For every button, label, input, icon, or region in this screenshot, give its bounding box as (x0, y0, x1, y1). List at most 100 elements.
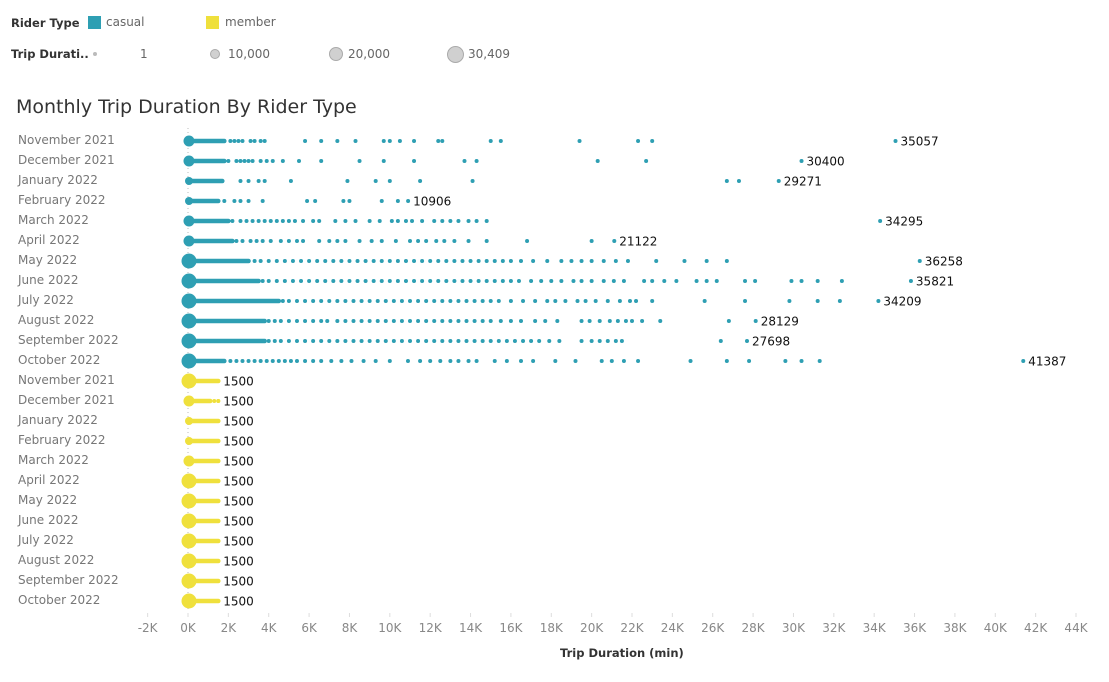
data-point-max (876, 299, 881, 303)
data-point (488, 339, 493, 343)
data-point (617, 299, 622, 303)
data-point (416, 339, 421, 343)
data-point (260, 279, 265, 283)
x-tick-label: 0K (180, 621, 196, 635)
data-point-origin (181, 513, 197, 529)
data-point (319, 319, 324, 323)
data-point (361, 359, 366, 363)
data-point (799, 279, 804, 283)
data-point (704, 259, 709, 263)
data-point (286, 219, 291, 223)
data-point (278, 239, 283, 243)
data-point (234, 359, 239, 363)
data-point (351, 299, 356, 303)
data-point-max (908, 279, 913, 283)
data-point-max (216, 539, 221, 543)
data-point (424, 339, 429, 343)
data-point (575, 299, 580, 303)
data-point (436, 139, 441, 143)
data-point (605, 339, 610, 343)
data-point-max (216, 499, 221, 503)
data-point (579, 319, 584, 323)
x-tick-label: 18K (539, 621, 563, 635)
max-value-label: 34209 (883, 295, 921, 309)
data-point (525, 239, 530, 243)
data-point (444, 259, 449, 263)
data-point (464, 339, 469, 343)
data-point (605, 299, 610, 303)
data-point (379, 259, 384, 263)
data-point (339, 259, 344, 263)
data-point (418, 179, 423, 183)
max-value-label: 1500 (223, 455, 254, 469)
data-point (286, 319, 291, 323)
max-value-label: 1500 (223, 395, 254, 409)
data-point (395, 279, 400, 283)
data-point (232, 139, 237, 143)
data-point (399, 299, 404, 303)
data-point-max (406, 199, 411, 203)
x-axis-title: Trip Duration (min) (560, 646, 684, 660)
data-point (636, 359, 641, 363)
data-point-origin (183, 155, 195, 167)
x-tick-label: 26K (701, 621, 725, 635)
data-point (484, 219, 489, 223)
data-point (718, 339, 723, 343)
data-point (391, 339, 396, 343)
data-point-max (753, 319, 758, 323)
data-point (408, 299, 412, 303)
data-point (436, 259, 441, 263)
data-point (387, 279, 392, 283)
data-point-max (878, 219, 883, 223)
data-point (379, 199, 384, 203)
x-tick-label: 38K (943, 621, 967, 635)
data-point (597, 319, 602, 323)
data-point (353, 139, 358, 143)
data-point (508, 279, 513, 283)
data-point (432, 339, 437, 343)
data-point (383, 319, 388, 323)
data-point (448, 359, 453, 363)
data-point (252, 359, 257, 363)
data-point (466, 359, 471, 363)
data-point (272, 339, 277, 343)
data-point (436, 279, 441, 283)
data-point (724, 359, 729, 363)
data-point (428, 279, 433, 283)
data-point (589, 279, 594, 283)
max-value-label: 1500 (223, 595, 254, 609)
data-point (294, 319, 299, 323)
data-point-max (216, 479, 221, 483)
data-point (428, 359, 433, 363)
data-point (533, 319, 538, 323)
data-point-max (776, 179, 781, 183)
data-point (274, 259, 279, 263)
data-point (371, 279, 376, 283)
data-point (347, 199, 352, 203)
data-point (357, 239, 362, 243)
data-point (555, 319, 560, 323)
data-point (442, 239, 447, 243)
data-point (323, 259, 328, 263)
data-point (292, 219, 297, 223)
x-tick-label: 22K (620, 621, 644, 635)
data-point (519, 359, 523, 363)
data-point (226, 159, 231, 163)
data-point-origin (181, 473, 197, 489)
x-tick-label: -2K (137, 621, 158, 635)
data-point (472, 319, 477, 323)
data-point (299, 259, 304, 263)
data-point (387, 139, 392, 143)
data-point (424, 239, 429, 243)
data-point (405, 359, 410, 363)
max-value-label: 1500 (223, 415, 254, 429)
data-point (232, 199, 237, 203)
max-value-label: 1500 (223, 575, 254, 589)
data-point (589, 339, 594, 343)
data-point (286, 299, 291, 303)
data-point (468, 259, 473, 263)
data-point (373, 179, 378, 183)
data-point (379, 239, 384, 243)
data-point (533, 299, 538, 303)
data-point (410, 219, 415, 223)
